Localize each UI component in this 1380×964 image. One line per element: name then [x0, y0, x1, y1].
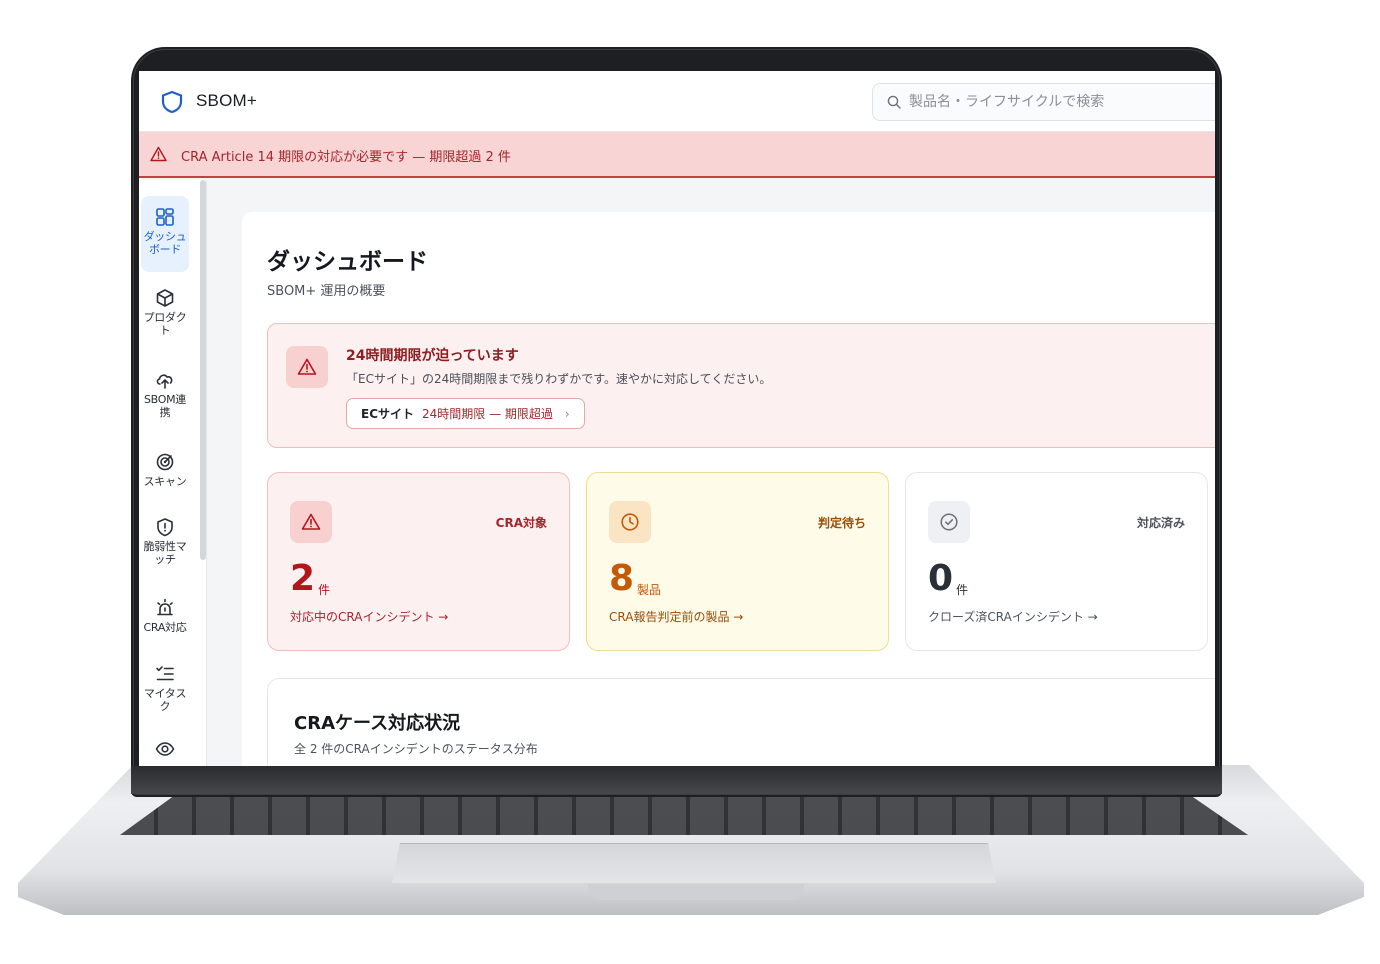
sidebar-item-sbom[interactable]: SBOM連携	[141, 366, 189, 428]
stat-label: 対応済み	[1136, 516, 1185, 530]
stat-card-pending[interactable]: 判定待ち 8 製品 CRA報告判定前の製品 →	[586, 472, 889, 651]
cra-cases-card: CRAケース対応状況 全 2 件のCRAインシデントのステータス分布	[267, 678, 1215, 766]
stat-unit: 製品	[637, 583, 662, 597]
stat-unit: 件	[956, 583, 969, 597]
check-circle-icon	[940, 513, 958, 531]
sidebar-item-label: SBOM連携	[144, 393, 186, 419]
main-content: ダッシュボード SBOM+ 運用の概要 24時間期限が迫っています 「ECサイト…	[242, 212, 1215, 766]
search-box[interactable]	[872, 83, 1215, 121]
eye-icon	[155, 742, 175, 756]
top-bar: SBOM+	[139, 71, 1215, 132]
stat-card-cra-target[interactable]: CRA対象 2 件 対応中のCRAインシデント →	[267, 472, 570, 651]
sidebar-item-label: CRA対応	[143, 621, 187, 634]
stat-unit: 件	[318, 583, 331, 597]
sidebar-item-my-tasks[interactable]: マイタスク	[141, 660, 189, 722]
laptop-hinge	[131, 766, 1222, 794]
stat-value: 2	[290, 558, 316, 599]
cloud-upload-icon	[156, 374, 173, 389]
sidebar-item-cra[interactable]: CRA対応	[141, 594, 189, 638]
warning-icon-box	[286, 346, 328, 388]
stat-link[interactable]: CRA報告判定前の製品 →	[609, 608, 743, 625]
warning-triangle-icon	[301, 513, 321, 530]
cube-icon	[156, 289, 174, 307]
stat-icon-box	[928, 501, 970, 543]
stat-link[interactable]: 対応中のCRAインシデント →	[290, 608, 448, 625]
shield-logo-icon	[161, 90, 183, 114]
warning-triangle-icon	[150, 146, 167, 162]
chevron-right-icon: ›	[564, 406, 570, 421]
stat-icon-box	[609, 501, 651, 543]
alert-banner-text: CRA Article 14 期限の対応が必要です — 期限超過 2 件	[181, 150, 511, 165]
search-input[interactable]	[909, 92, 1209, 112]
sidebar-item-label: スキャン	[143, 475, 187, 488]
sidebar-item-vuln-match[interactable]: 脆弱性マッチ	[141, 513, 189, 575]
sidebar-item-label: 脆弱性マッチ	[143, 540, 187, 566]
siren-icon	[157, 598, 173, 616]
sidebar-item-label: プロダクト	[143, 311, 187, 337]
stat-value: 8	[609, 558, 635, 599]
laptop-notch	[588, 884, 804, 900]
sidebar: ダッシュボード プロダクト SBOM連携 スキャン 脆弱性マッチ CRA対応 マ…	[139, 180, 207, 766]
warning-description: 「ECサイト」の24時間期限まで残りわずかです。速やかに対応してください。	[346, 372, 772, 386]
stat-card-resolved[interactable]: 対応済み 0 件 クローズ済CRAインシデント →	[905, 472, 1208, 651]
cases-title: CRAケース対応状況	[294, 713, 461, 734]
cases-subtitle: 全 2 件のCRAインシデントのステータス分布	[294, 742, 538, 756]
stat-icon-box	[290, 501, 332, 543]
sidebar-item-label: ダッシュボード	[143, 230, 187, 256]
chip-status-text: 24時間期限 — 期限超過	[422, 407, 553, 421]
page-subtitle: SBOM+ 運用の概要	[267, 284, 386, 299]
app-title[interactable]: SBOM+	[196, 91, 257, 111]
chip-product-name: ECサイト	[361, 407, 415, 421]
stat-label: 判定待ち	[817, 516, 866, 530]
radar-icon	[156, 453, 174, 471]
page-title: ダッシュボード	[267, 249, 428, 275]
warning-triangle-icon	[297, 358, 317, 375]
laptop-trackpad	[392, 843, 996, 883]
checklist-icon	[156, 666, 174, 681]
overdue-product-chip[interactable]: ECサイト 24時間期限 — 期限超過 ›	[346, 398, 585, 429]
deadline-warning-card: 24時間期限が迫っています 「ECサイト」の24時間期限まで残りわずかです。速や…	[267, 323, 1215, 448]
sidebar-item-watch[interactable]	[141, 737, 189, 765]
stat-link[interactable]: クローズ済CRAインシデント →	[928, 608, 1098, 625]
deadline-alert-banner[interactable]: CRA Article 14 期限の対応が必要です — 期限超過 2 件	[139, 132, 1215, 178]
sidebar-item-label: マイタスク	[143, 687, 187, 713]
warning-title: 24時間期限が迫っています	[346, 348, 519, 364]
clock-icon	[621, 513, 639, 531]
sidebar-item-scan[interactable]: スキャン	[141, 448, 189, 492]
dashboard-icon	[156, 208, 174, 226]
sidebar-scrollbar[interactable]	[200, 180, 206, 560]
sidebar-item-products[interactable]: プロダクト	[141, 284, 189, 346]
shield-alert-icon	[157, 518, 173, 537]
stat-value: 0	[928, 558, 954, 599]
search-icon	[887, 95, 901, 109]
stat-label: CRA対象	[495, 516, 547, 530]
app-screen: SBOM+ CRA Article 14 期限の対応が必要です — 期限超過 2…	[139, 71, 1215, 766]
sidebar-item-dashboard[interactable]: ダッシュボード	[141, 196, 189, 272]
